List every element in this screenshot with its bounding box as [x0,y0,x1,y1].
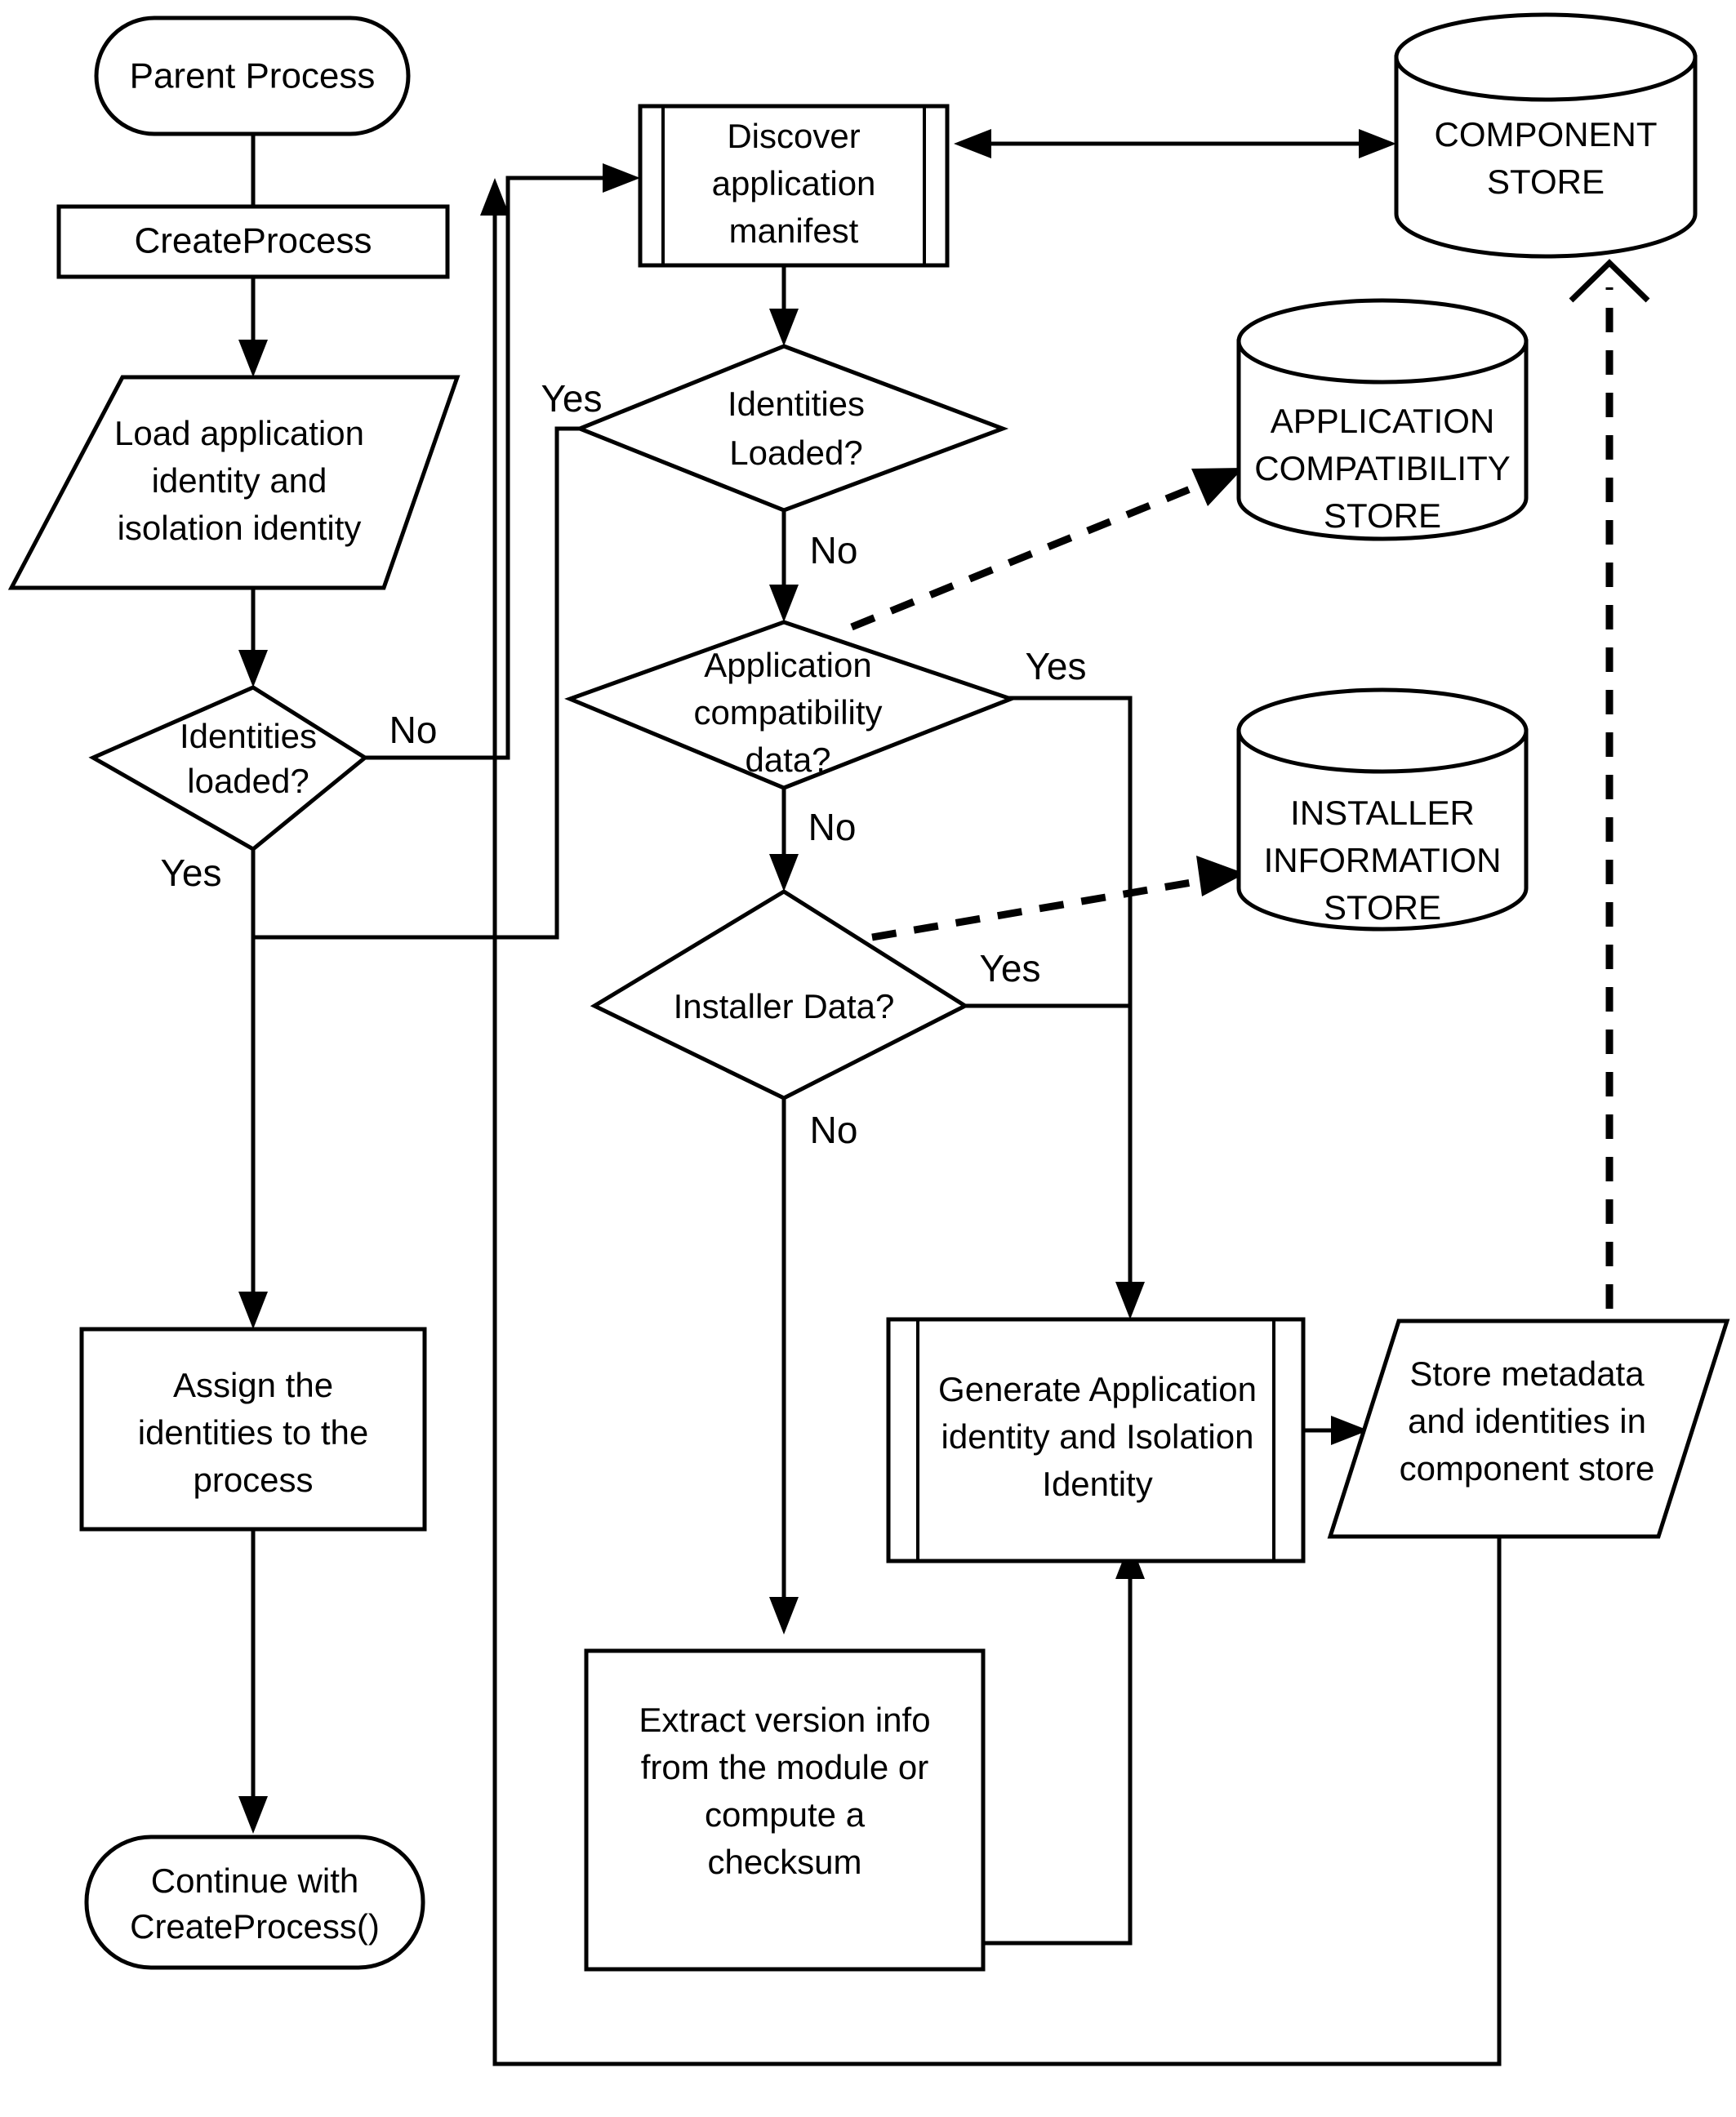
svg-text:Yes: Yes [1025,645,1086,687]
node-store-metadata[interactable]: Store metadata and identities in compone… [1327,1319,1730,1539]
node-extract-version[interactable]: Extract version info from the module or … [584,1648,986,1972]
node-component-store-line2: STORE [1487,162,1605,201]
node-extract-version-line4: checksum [707,1843,861,1881]
edge-label-left-yes: Yes [160,852,221,894]
node-component-store-line1: COMPONENT [1435,115,1658,153]
node-component-store[interactable]: COMPONENT STORE [1394,12,1698,259]
node-identities-loaded-mid[interactable]: Identities Loaded? [574,344,1009,513]
node-installer-info-store-line2: INFORMATION [1264,841,1502,879]
node-continue-createprocess-line1: Continue with [151,1861,358,1900]
node-identities-loaded-mid-line2: Loaded? [729,434,863,472]
edge-label-compat-no: No [808,806,857,848]
edge-label-installer-yes: Yes [979,947,1040,990]
node-parent-process[interactable]: Parent Process [94,16,411,136]
node-generate-identity-line3: Identity [1042,1465,1152,1503]
node-discover-manifest-line1: Discover [727,117,860,155]
node-load-identity-line1: Load application [114,414,364,452]
node-assign-identities-line3: process [193,1461,313,1499]
edge-assign-to-continue [238,1529,268,1834]
node-extract-version-line1: Extract version info [639,1701,930,1739]
edge-label-mid-no: No [810,529,858,572]
node-parent-process-label: Parent Process [130,56,376,96]
svg-text:Yes: Yes [979,947,1040,990]
node-installer-data-label: Installer Data? [674,987,895,1025]
node-discover-manifest-line2: application [712,164,876,202]
node-installer-info-store-line1: INSTALLER [1290,794,1475,832]
node-assign-identities-line1: Assign the [173,1366,333,1404]
svg-text:No: No [810,1109,858,1151]
svg-text:No: No [389,709,438,751]
edge-label-mid-yes: Yes [541,377,602,420]
node-load-identity-line2: identity and [152,461,327,500]
node-load-identity-line3: isolation identity [118,509,362,547]
node-app-compat-data[interactable]: Application compatibility data? [564,620,1017,790]
flowchart-svg: Parent Process CreateProcess Load applic… [0,0,1736,2117]
edge-dashed-store-to-component-store [1569,259,1650,1351]
node-identities-loaded-mid-line1: Identities [728,385,865,423]
edge-dashed-installer-store [871,856,1245,941]
svg-text:Yes: Yes [541,377,602,420]
node-generate-identity[interactable]: Generate Application identity and Isolat… [886,1317,1306,1563]
edge-left-yes-to-assign [238,849,268,1329]
node-assign-identities[interactable]: Assign the identities to the process [79,1327,427,1532]
svg-text:No: No [810,529,858,572]
edge-appcompat-no-to-installer [769,788,799,892]
svg-text:Yes: Yes [160,852,221,894]
node-create-process-label: CreateProcess [134,221,372,261]
edge-dashed-appcompat-store [850,468,1244,631]
node-store-metadata-line3: component store [1400,1449,1655,1488]
node-continue-createprocess[interactable]: Continue with CreateProcess() [84,1835,425,1970]
node-identities-loaded-left-line1: Identities [180,717,317,755]
edge-label-installer-no: No [810,1109,858,1151]
edge-label-left-no: No [389,709,438,751]
edge-discover-component-store [954,129,1396,158]
node-extract-version-line3: compute a [705,1795,866,1834]
node-identities-loaded-left[interactable]: Identities loaded? [88,685,369,852]
node-assign-identities-line2: identities to the [138,1413,369,1452]
node-app-compat-data-line1: Application [704,646,871,684]
node-app-compat-store[interactable]: APPLICATION COMPATIBILITY STORE [1236,298,1529,541]
node-extract-version-line2: from the module or [641,1748,929,1786]
node-discover-manifest-line3: manifest [729,211,859,250]
svg-text:No: No [808,806,857,848]
edge-installer-no-to-extract [769,1098,799,1634]
node-app-compat-store-line1: APPLICATION [1271,402,1495,440]
node-discover-manifest[interactable]: Discover application manifest [638,104,950,268]
node-installer-info-store[interactable]: INSTALLER INFORMATION STORE [1236,687,1529,932]
node-store-metadata-line1: Store metadata [1409,1354,1645,1393]
node-installer-data[interactable]: Installer Data? [590,889,970,1101]
node-app-compat-data-line3: data? [745,741,830,779]
edge-createprocess-to-load [238,276,268,377]
node-generate-identity-line2: identity and Isolation [941,1417,1254,1456]
node-store-metadata-line2: and identities in [1408,1402,1646,1440]
node-app-compat-store-line3: STORE [1324,496,1441,535]
flowchart-canvas: Parent Process CreateProcess Load applic… [0,0,1736,2117]
node-generate-identity-line1: Generate Application [938,1370,1257,1408]
node-app-compat-data-line2: compatibility [693,693,882,732]
node-installer-info-store-line3: STORE [1324,888,1441,927]
edge-discover-to-identities-mid [769,265,799,346]
node-load-identity[interactable]: Load application identity and isolation … [7,375,461,590]
node-continue-createprocess-line2: CreateProcess() [130,1907,380,1946]
edge-label-compat-yes: Yes [1025,645,1086,687]
node-create-process[interactable]: CreateProcess [56,204,450,279]
edge-load-to-identities-left [238,588,268,687]
edge-appcompat-yes [980,696,1145,1319]
edge-mid-no-to-appcompat [769,510,799,622]
node-app-compat-store-line2: COMPATIBILITY [1254,449,1510,487]
node-identities-loaded-left-line2: loaded? [187,762,309,800]
